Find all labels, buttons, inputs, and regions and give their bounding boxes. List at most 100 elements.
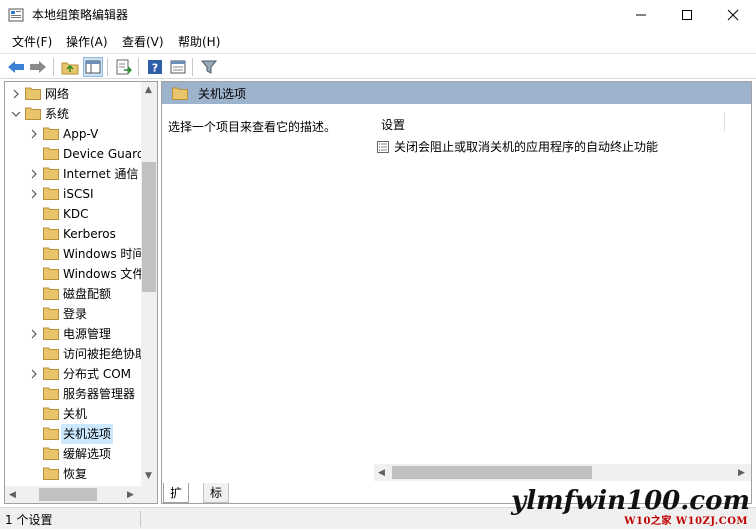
- tree-item-label: 登录: [63, 307, 88, 321]
- help-icon[interactable]: ?: [145, 57, 165, 77]
- tree-item-label: 磁盘配额: [63, 287, 112, 301]
- folder-icon: [43, 146, 59, 160]
- column-header-setting[interactable]: 设置: [381, 116, 405, 133]
- tree-item[interactable]: 分布式 COM: [5, 364, 142, 384]
- toolbar: ?: [0, 53, 756, 79]
- scroll-down-arrow-icon[interactable]: ▼: [145, 470, 152, 482]
- gpedit-app-icon: [8, 7, 24, 23]
- folder-icon: [25, 86, 41, 100]
- folder-icon: [43, 246, 59, 260]
- menu-help[interactable]: 帮助(H): [178, 33, 220, 50]
- details-horizontal-scrollbar[interactable]: ◀ ▶: [374, 464, 751, 481]
- tree-item[interactable]: Kerberos: [5, 224, 142, 244]
- watermark-logo: ylmfwin100.com: [511, 486, 750, 516]
- svg-text:?: ?: [152, 62, 158, 75]
- tree-item[interactable]: 磁盘配额: [5, 284, 142, 304]
- tree-item[interactable]: 服务器管理器: [5, 384, 142, 404]
- tree-item[interactable]: 缓解选项: [5, 444, 142, 464]
- menu-action[interactable]: 操作(A): [66, 33, 108, 50]
- folder-icon: [43, 166, 59, 180]
- tree-item-label: 电源管理: [63, 327, 112, 341]
- tree-item-label: App-V: [63, 127, 99, 141]
- tree-item-label: iSCSI: [63, 187, 94, 201]
- column-divider[interactable]: [724, 112, 725, 132]
- tree-vertical-scroll-thumb[interactable]: [142, 162, 156, 292]
- folder-icon: [43, 186, 59, 200]
- tree-item[interactable]: 访问被拒绝协助: [5, 344, 142, 364]
- filter-icon[interactable]: [199, 57, 219, 77]
- maximize-button[interactable]: [664, 0, 710, 29]
- back-arrow-icon[interactable]: [6, 57, 26, 77]
- chevron-right-icon[interactable]: [29, 168, 39, 179]
- up-folder-icon[interactable]: [60, 57, 80, 77]
- tree-item-label: 访问被拒绝协助: [63, 347, 142, 361]
- tab-extended[interactable]: 扩展: [163, 483, 190, 520]
- tree-item-label: Windows 时间: [63, 247, 142, 261]
- scroll-right-arrow-icon[interactable]: ▶: [127, 489, 134, 501]
- folder-icon: [43, 306, 59, 320]
- tree-item[interactable]: 关机选项: [5, 424, 142, 444]
- tree-item-label: 服务器管理器: [63, 387, 136, 401]
- tree-item-label: 网络: [45, 87, 70, 101]
- tree-item[interactable]: 电源管理: [5, 324, 142, 344]
- menu-bar: 文件(F) 操作(A) 查看(V) 帮助(H): [0, 30, 756, 52]
- tree-item[interactable]: 网络: [5, 84, 142, 104]
- tree-item[interactable]: Internet 通信: [5, 164, 142, 184]
- folder-icon: [43, 386, 59, 400]
- tree-item[interactable]: iSCSI: [5, 184, 142, 204]
- tree-item[interactable]: App-V: [5, 124, 142, 144]
- tree-item-label: 关机: [63, 407, 88, 421]
- menu-view[interactable]: 查看(V): [122, 33, 164, 50]
- settings-list: 设置 关闭会阻止或取消关机的应用程序的自动终止功能: [367, 106, 725, 466]
- tree-item[interactable]: KDC: [5, 204, 142, 224]
- tree-item-label: 系统: [45, 107, 70, 121]
- folder-icon: [43, 206, 59, 220]
- tree-item[interactable]: 恢复: [5, 464, 142, 484]
- scroll-right-arrow-icon[interactable]: ▶: [738, 467, 745, 479]
- details-header: 关机选项: [162, 82, 751, 104]
- folder-icon: [43, 326, 59, 340]
- tree-item-label: Device Guard: [63, 147, 142, 161]
- tree-horizontal-scrollbar[interactable]: ◀ ▶: [5, 486, 157, 503]
- tree-item[interactable]: Device Guard: [5, 144, 142, 164]
- tree-vertical-scrollbar[interactable]: ▲ ▼: [141, 82, 157, 486]
- tree-item[interactable]: Windows 时间: [5, 244, 142, 264]
- tree-item[interactable]: 关机: [5, 404, 142, 424]
- export-list-icon[interactable]: [114, 57, 134, 77]
- setting-label: 关闭会阻止或取消关机的应用程序的自动终止功能: [394, 140, 659, 154]
- folder-icon: [43, 446, 59, 460]
- details-horizontal-scroll-thumb[interactable]: [392, 466, 592, 479]
- watermark-subtitle: W10之家 W10ZJ.COM: [624, 516, 748, 527]
- tree-item-label: 关机选项: [61, 424, 114, 444]
- chevron-right-icon[interactable]: [11, 88, 21, 99]
- folder-icon: [43, 126, 59, 140]
- chevron-right-icon[interactable]: [29, 328, 39, 339]
- scroll-left-arrow-icon[interactable]: ◀: [9, 489, 16, 501]
- details-header-title: 关机选项: [198, 87, 247, 101]
- tree-item-label: 分布式 COM: [63, 367, 131, 381]
- tree-item-label: Kerberos: [63, 227, 116, 241]
- tree-item-label: Windows 文件: [63, 267, 142, 281]
- scroll-left-arrow-icon[interactable]: ◀: [378, 467, 385, 479]
- chevron-right-icon[interactable]: [29, 368, 39, 379]
- chevron-down-icon[interactable]: [11, 108, 21, 118]
- minimize-button[interactable]: [618, 0, 664, 29]
- tree-item[interactable]: 登录: [5, 304, 142, 324]
- folder-icon: [43, 426, 59, 440]
- chevron-right-icon[interactable]: [29, 188, 39, 199]
- properties-icon[interactable]: [168, 57, 188, 77]
- tree-pane[interactable]: 网络系统 App-V Device Guard Internet 通信 iSCSI KDC…: [4, 81, 158, 504]
- close-button[interactable]: [710, 0, 756, 29]
- tree-item-label: 恢复: [63, 467, 88, 481]
- tab-standard[interactable]: 标准: [203, 483, 230, 520]
- chevron-right-icon[interactable]: [29, 128, 39, 139]
- tree-horizontal-scroll-thumb[interactable]: [39, 488, 97, 501]
- forward-arrow-icon[interactable]: [28, 57, 48, 77]
- folder-icon: [43, 286, 59, 300]
- tree-item[interactable]: 系统: [5, 104, 142, 124]
- menu-file[interactable]: 文件(F): [12, 33, 52, 50]
- scroll-up-arrow-icon[interactable]: ▲: [145, 84, 152, 96]
- show-hide-tree-icon[interactable]: [83, 57, 103, 77]
- tree-item[interactable]: Windows 文件: [5, 264, 142, 284]
- folder-icon: [43, 226, 59, 240]
